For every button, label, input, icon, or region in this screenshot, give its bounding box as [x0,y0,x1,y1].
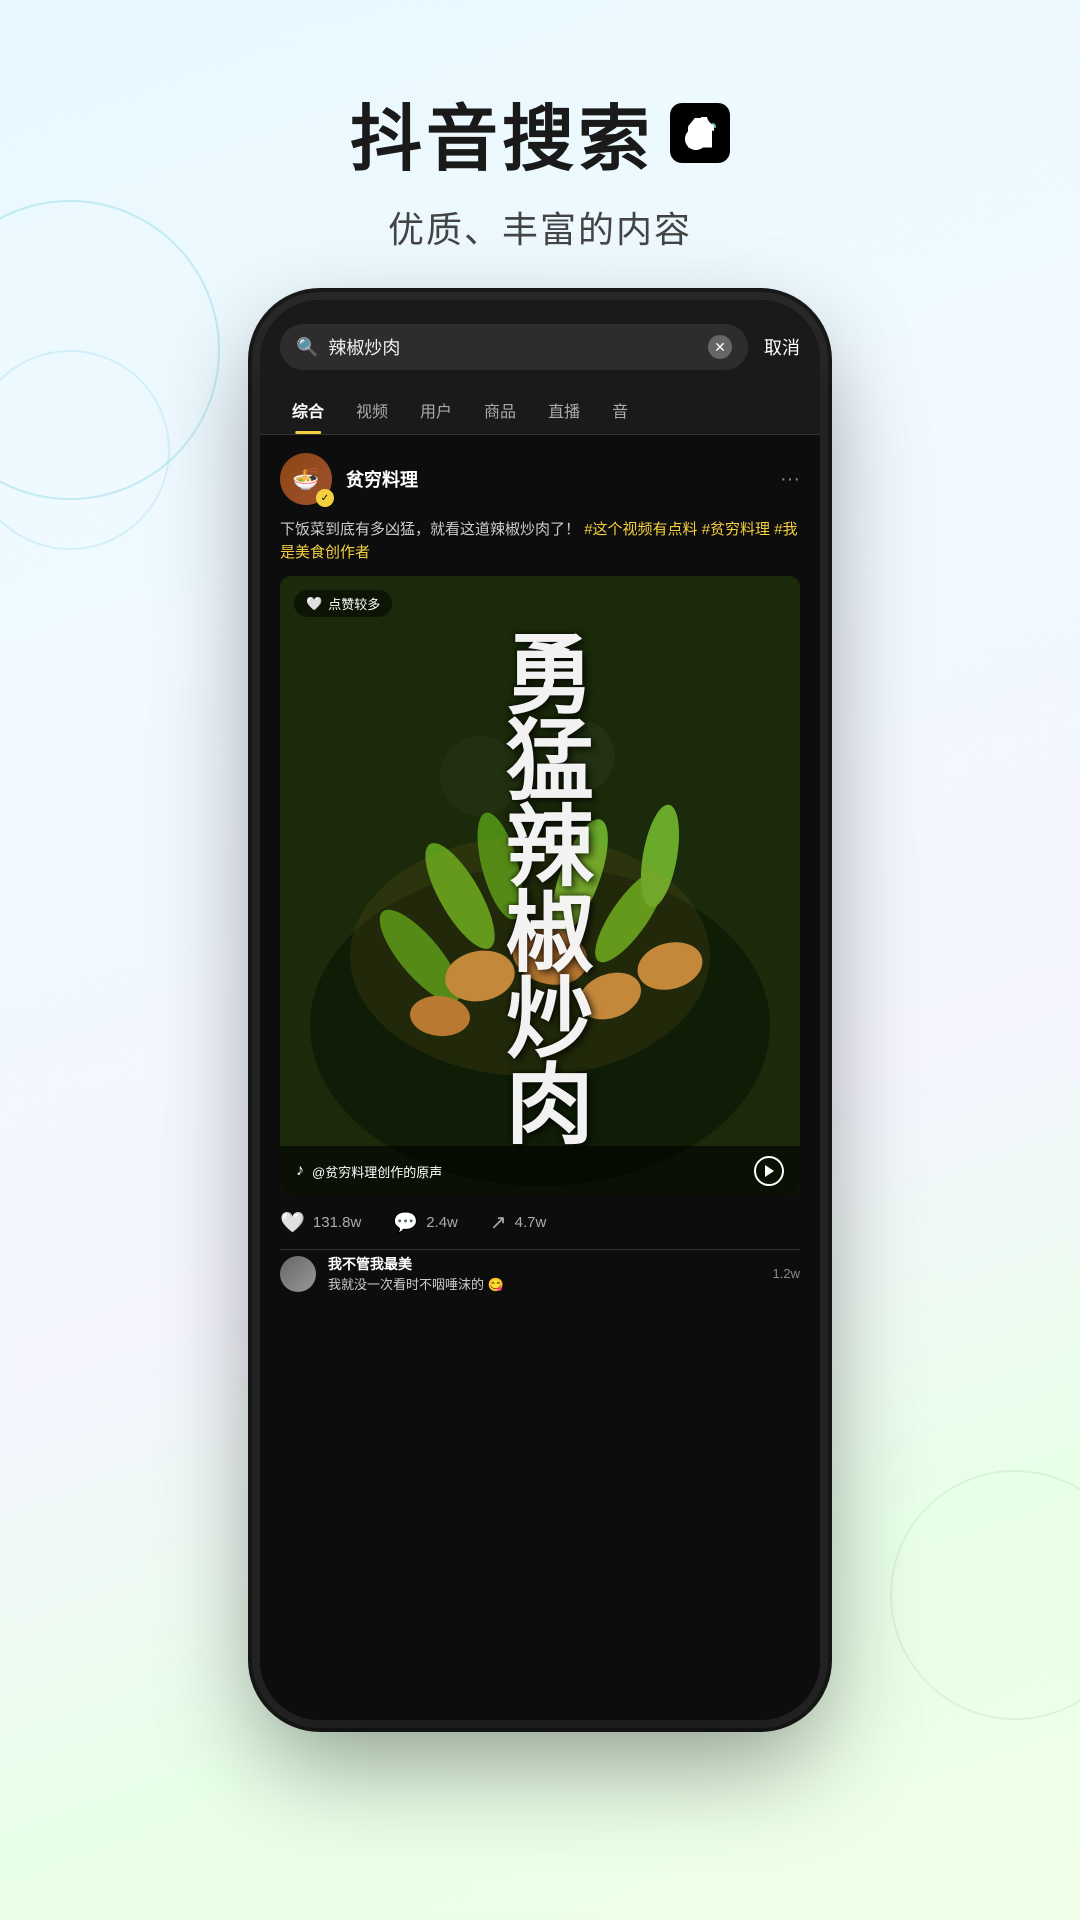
likes-count: 131.8w [313,1214,361,1231]
avatar-emoji: 🍜 [292,466,319,492]
video-thumbnail[interactable]: 勇猛辣椒炒肉 🤍 点赞较多 ♪ @贫穷料理创作的原声 [280,576,800,1196]
verified-badge: ✓ [316,489,334,507]
share-icon: ↗ [490,1210,507,1235]
audio-text: @贫穷料理创作的原声 [312,1162,442,1181]
more-options-button[interactable]: ··· [780,468,800,491]
calligraphy-chars: 勇猛辣椒炒肉 [492,628,589,1144]
tab-live[interactable]: 直播 [532,386,596,434]
search-bar-area: 🔍 辣椒炒肉 ✕ 取消 [260,300,820,386]
heart-icon: 🤍 [280,1210,305,1235]
content-area: 🍜 ✓ 贫穷料理 ··· 下饭菜到底有多凶猛，就看这道辣椒炒肉了！ #这个视频有… [260,435,820,1720]
comment-text-col: 我不管我最美 我就没一次看时不咽唾沫的 😋 [328,1254,761,1293]
post-user-card: 🍜 ✓ 贫穷料理 ··· [260,435,820,515]
comments-preview: 我不管我最美 我就没一次看时不咽唾沫的 😋 1.2w [260,1250,820,1313]
comments-interaction[interactable]: 💬 2.4w [393,1210,458,1235]
post-text-content: 下饭菜到底有多凶猛，就看这道辣椒炒肉了！ #这个视频有点料 #贫穷料理 #我是美… [260,515,820,576]
audio-info: ♪ @贫穷料理创作的原声 [296,1162,442,1181]
search-input-wrapper[interactable]: 🔍 辣椒炒肉 ✕ [280,324,748,370]
search-query-text: 辣椒炒肉 [328,334,698,360]
clear-search-button[interactable]: ✕ [708,335,732,359]
comments-count: 2.4w [426,1214,458,1231]
comment-icon: 💬 [393,1210,418,1235]
commenter-avatar [280,1256,316,1292]
header-section: 抖音搜索 优质、丰富的内容 [0,0,1080,293]
avatar: 🍜 ✓ [280,453,332,505]
tab-product[interactable]: 商品 [468,386,532,434]
shares-interaction[interactable]: ↗ 4.7w [490,1210,546,1235]
search-icon: 🔍 [296,337,318,358]
post-body-text: 下饭菜到底有多凶猛，就看这道辣椒炒肉了！ [280,521,580,538]
phone-container: 🔍 辣椒炒肉 ✕ 取消 综合 视频 用户 商品 [260,300,820,1720]
comment-row: 我不管我最美 我就没一次看时不咽唾沫的 😋 1.2w [280,1254,800,1293]
app-title-text: 抖音搜索 [350,80,654,185]
phone-screen: 🔍 辣椒炒肉 ✕ 取消 综合 视频 用户 商品 [260,300,820,1720]
likes-badge-text: 点赞较多 [328,594,380,613]
video-likes-badge: 🤍 点赞较多 [294,590,392,617]
app-title: 抖音搜索 [0,80,1080,185]
bg-decoration-circle-3 [890,1470,1080,1720]
play-button[interactable] [754,1156,784,1186]
comment-likes-count: 1.2w [773,1266,800,1281]
tiktok-small-icon: ♪ [296,1162,304,1180]
post-username[interactable]: 贫穷料理 [346,466,766,492]
tiktok-logo-icon [670,103,730,163]
tabs-navigation: 综合 视频 用户 商品 直播 音 [260,386,820,435]
commenter-username[interactable]: 我不管我最美 [328,1254,761,1274]
app-subtitle: 优质、丰富的内容 [0,201,1080,253]
tab-comprehensive[interactable]: 综合 [276,386,340,434]
likes-interaction[interactable]: 🤍 131.8w [280,1210,361,1235]
tab-video[interactable]: 视频 [340,386,404,434]
video-calligraphy-text: 勇猛辣椒炒肉 [280,576,800,1196]
shares-count: 4.7w [515,1214,547,1231]
audio-info-bar: ♪ @贫穷料理创作的原声 [280,1146,800,1196]
tab-user[interactable]: 用户 [404,386,468,434]
heart-icon: 🤍 [306,596,322,612]
cancel-search-button[interactable]: 取消 [764,334,800,360]
comment-body: 我就没一次看时不咽唾沫的 😋 [328,1274,761,1293]
phone-frame: 🔍 辣椒炒肉 ✕ 取消 综合 视频 用户 商品 [260,300,820,1720]
tab-audio[interactable]: 音 [596,386,644,434]
interaction-bar: 🤍 131.8w 💬 2.4w ↗ 4.7w [260,1196,820,1249]
